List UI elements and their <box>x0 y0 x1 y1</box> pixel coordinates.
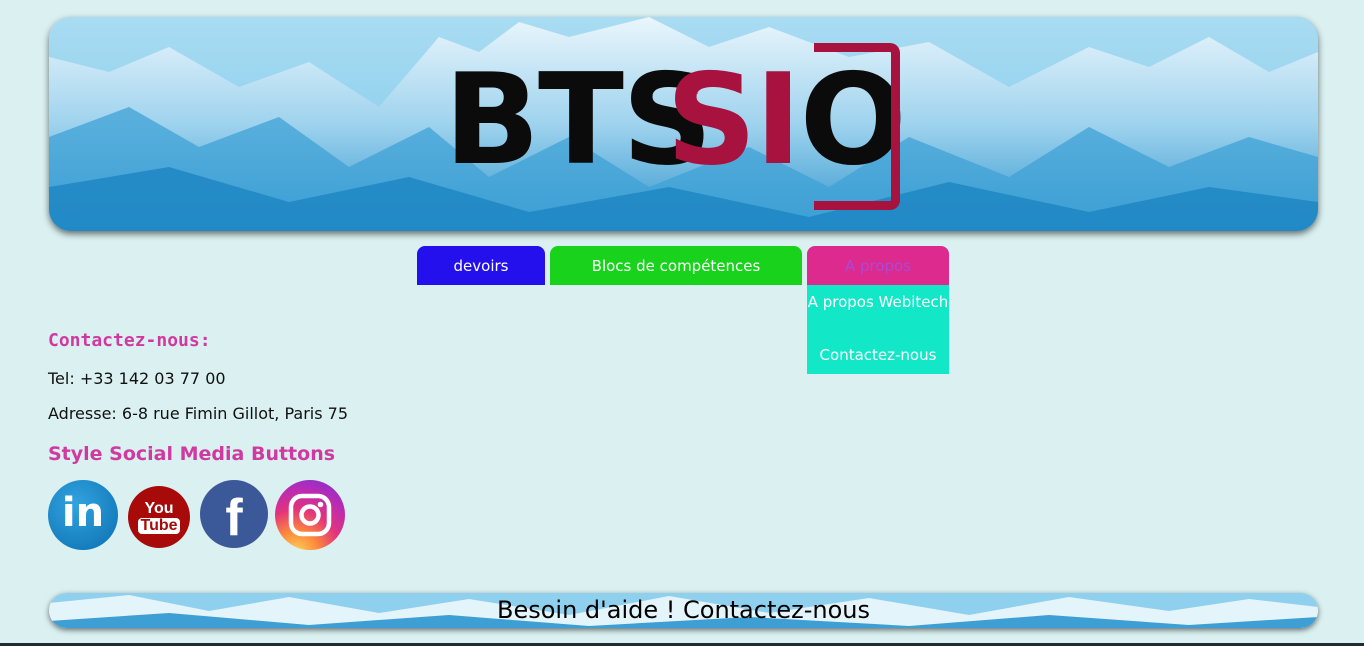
a-propos-dropdown-menu: A propos Webitech Contactez-nous <box>807 285 949 374</box>
nav-tab-blocs-de-competences[interactable]: Blocs de compétences <box>550 246 802 285</box>
logo-text-si: SI <box>666 46 802 193</box>
instagram-button[interactable] <box>275 480 345 550</box>
linkedin-button[interactable]: in <box>48 480 118 550</box>
footer-banner: Besoin d'aide ! Contactez-nous <box>49 593 1318 628</box>
nav-tab-a-propos[interactable]: A propos <box>807 246 949 285</box>
youtube-icon-top: You <box>144 499 174 517</box>
dropdown-item-contactez-nous[interactable]: Contactez-nous <box>807 346 949 365</box>
footer-help-link[interactable]: Besoin d'aide ! Contactez-nous <box>49 596 1318 624</box>
social-media-heading: Style Social Media Buttons <box>48 443 336 465</box>
facebook-button[interactable]: f <box>200 480 268 548</box>
header-banner: BTS SIO <box>49 17 1318 231</box>
nav-tab-devoirs[interactable]: devoirs <box>417 246 545 285</box>
youtube-icon-bottom: Tube <box>138 516 180 534</box>
logo: BTS SIO <box>444 39 924 219</box>
youtube-button[interactable]: You Tube <box>128 486 190 548</box>
logo-bracket-icon <box>814 43 900 210</box>
youtube-icon: You Tube <box>138 499 180 534</box>
linkedin-icon: in <box>61 490 105 536</box>
contact-heading: Contactez-nous: <box>48 330 211 351</box>
dropdown-item-a-propos-webitech[interactable]: A propos Webitech <box>807 293 949 312</box>
contact-telephone: Tel: +33 142 03 77 00 <box>48 369 226 388</box>
facebook-icon: f <box>225 489 243 547</box>
contact-address: Adresse: 6-8 rue Fimin Gillot, Paris 75 <box>48 404 348 423</box>
instagram-icon <box>288 493 332 537</box>
